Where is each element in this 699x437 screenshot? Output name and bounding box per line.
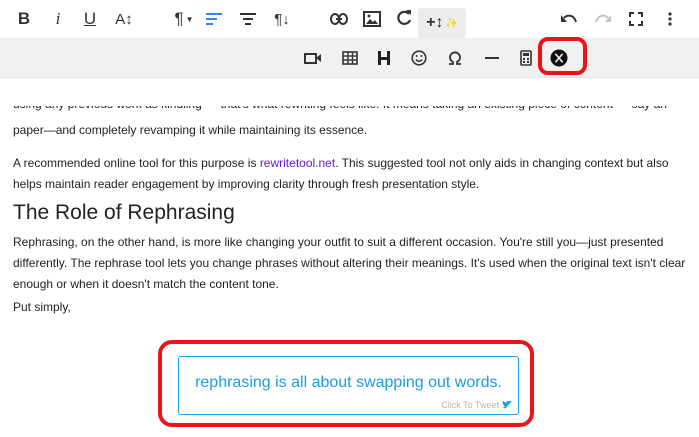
calculator-button[interactable] [515,44,537,72]
paragraph-1-line-2: paper—and completely revamping it while … [13,123,368,137]
fullscreen-button[interactable] [626,5,646,33]
paragraph-style-button[interactable]: ¶↓ [270,5,294,33]
toolbar-row-2 [0,38,699,78]
refresh-icon [397,10,412,25]
smiley-icon [411,50,427,66]
redo-icon [595,14,611,23]
heading-icon [378,51,390,65]
refresh-button[interactable] [393,4,415,32]
omega-icon [449,51,461,65]
emoticons-button[interactable] [408,44,430,72]
font-size-button[interactable]: A↕ [112,5,136,33]
link-icon [330,13,348,25]
heading-button[interactable] [374,44,394,72]
twitter-bird-icon [502,401,512,409]
partial-line: using any previous work as kindling — th… [13,106,689,116]
more-vertical-icon [668,12,672,26]
align-left-icon [206,13,222,25]
section-heading: The Role of Rephrasing [13,201,235,224]
click-to-tweet-label: Click To Tweet [441,400,499,410]
image-icon [363,11,381,27]
paragraph-2-text-start: A recommended online tool for this purpo… [13,156,260,170]
underline-button[interactable]: U [80,5,100,33]
paragraph-4: Put simply, [13,300,71,314]
horizontal-line-icon [485,57,499,59]
more-options-button[interactable] [660,5,680,33]
undo-button[interactable] [558,5,580,33]
tweet-quote: rephrasing is all about swapping out wor… [195,374,502,391]
bold-button[interactable]: B [14,5,34,33]
paragraph-format-dropdown[interactable]: ¶ ▼ [170,5,198,33]
special-characters-button[interactable] [444,44,466,72]
x-button-highlight [538,37,587,75]
undo-icon [561,14,577,23]
caret-down-icon: ▼ [185,14,194,24]
redo-button[interactable] [592,5,614,33]
click-to-tweet-link[interactable]: Click To Tweet [441,400,512,410]
rewritetool-link[interactable]: rewritetool.net [260,156,335,170]
toolbar-row-1: B i U A↕ ¶ ▼ ¶↓ +↕ ✨ [0,0,699,38]
align-left-button[interactable] [204,5,224,33]
paragraph-2: A recommended online tool for this purpo… [13,153,683,195]
italic-button[interactable]: i [48,5,68,33]
calculator-icon [520,50,532,66]
paragraph-3: Rephrasing, on the other hand, is more l… [13,235,686,291]
insert-link-button[interactable] [328,5,350,33]
insert-video-button[interactable] [302,44,324,72]
insert-plus-label: +↕ [426,14,444,31]
video-icon [304,53,321,64]
sparkle-icon: ✨ [445,17,458,29]
align-center-icon [240,13,256,25]
horizontal-line-button[interactable] [481,44,503,72]
table-icon [342,51,358,65]
insert-table-button[interactable] [339,44,361,72]
paragraph-format-label: ¶ [174,9,184,28]
insert-more-button[interactable]: +↕ ✨ [418,8,466,38]
click-to-tweet-box[interactable]: rephrasing is all about swapping out wor… [178,356,519,415]
insert-image-button[interactable] [361,5,383,33]
align-center-button[interactable] [238,5,258,33]
fullscreen-icon [629,12,643,26]
partial-line-text: using any previous work as kindling — th… [13,106,689,116]
